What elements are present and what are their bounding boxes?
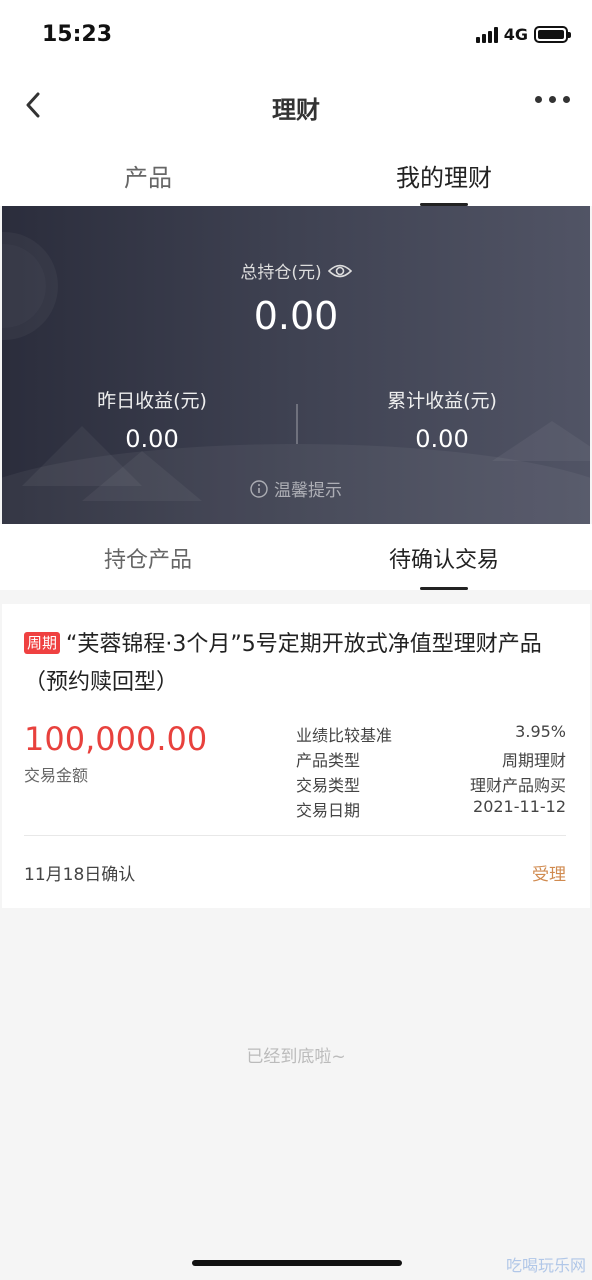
- transaction-amount-label: 交易金额: [24, 766, 89, 785]
- detail-row: 交易类型 理财产品购买: [296, 772, 566, 797]
- yesterday-earnings-label: 昨日收益(元): [97, 390, 207, 412]
- watermark: 吃喝玩乐网: [505, 1256, 586, 1275]
- product-title: 周期 “芙蓉锦程·3个月”5号定期开放式净值型理财产品（预约赎回型）: [24, 626, 568, 702]
- signal-icon: [475, 26, 498, 43]
- yesterday-earnings: 昨日收益(元) 0.00: [4, 386, 300, 453]
- confirm-date: 11月18日确认: [24, 865, 136, 885]
- status-badge: 受理: [532, 865, 566, 885]
- status-bar: 15:23 4G: [0, 0, 592, 70]
- network-type: 4G: [503, 25, 528, 44]
- product-tag: 周期: [24, 632, 61, 654]
- page-title: 理财: [272, 96, 320, 124]
- transaction-amount: 100,000.00: [24, 720, 208, 758]
- detail-row: 业绩比较基准 3.95%: [296, 722, 566, 747]
- battery-icon: [534, 26, 571, 43]
- transaction-footer: 11月18日确认 受理: [24, 860, 566, 885]
- detail-key: 业绩比较基准: [296, 726, 393, 745]
- eye-icon[interactable]: [327, 263, 352, 279]
- detail-key: 交易日期: [296, 801, 361, 820]
- cumulative-earnings: 累计收益(元) 0.00: [294, 386, 590, 453]
- transaction-details: 业绩比较基准 3.95% 产品类型 周期理财 交易类型 理财产品购买 交易日期 …: [296, 722, 566, 822]
- tip-link[interactable]: 温馨提示: [2, 476, 590, 501]
- detail-value: 周期理财: [501, 751, 566, 770]
- tab-pending-transactions[interactable]: 待确认交易: [296, 524, 592, 590]
- info-icon: [250, 479, 268, 498]
- sub-tabs: 持仓产品 待确认交易: [0, 524, 592, 590]
- detail-row: 产品类型 周期理财: [296, 747, 566, 772]
- detail-value: 3.95%: [515, 722, 566, 741]
- tab-products[interactable]: 产品: [0, 140, 296, 206]
- total-holdings-label: 总持仓(元): [2, 258, 590, 283]
- nav-bar: 理财: [0, 70, 592, 140]
- status-time: 15:23: [42, 22, 113, 47]
- detail-key: 交易类型: [296, 776, 361, 795]
- tip-label: 温馨提示: [274, 481, 342, 501]
- home-indicator[interactable]: [192, 1260, 402, 1266]
- transaction-card[interactable]: 周期 “芙蓉锦程·3个月”5号定期开放式净值型理财产品（预约赎回型） 100,00…: [2, 604, 590, 908]
- status-icons: 4G: [475, 25, 571, 44]
- tab-holdings[interactable]: 持仓产品: [0, 524, 296, 590]
- detail-key: 产品类型: [296, 751, 361, 770]
- holdings-summary: 总持仓(元) 0.00 昨日收益(元) 0.00 累计收益(元) 0.00 温馨…: [2, 206, 590, 524]
- product-name: “芙蓉锦程·3个月”5号定期开放式净值型理财产品（预约赎回型）: [24, 632, 542, 695]
- end-of-list-text: 已经到底啦~: [246, 1047, 346, 1067]
- detail-value: 2021-11-12: [473, 797, 566, 816]
- yesterday-earnings-value: 0.00: [125, 425, 179, 453]
- top-tabs: 产品 我的理财: [0, 140, 592, 206]
- tab-my-wealth[interactable]: 我的理财: [296, 140, 592, 206]
- detail-row: 交易日期 2021-11-12: [296, 797, 566, 822]
- divider: [24, 835, 566, 836]
- cumulative-earnings-value: 0.00: [415, 425, 469, 453]
- cumulative-earnings-label: 累计收益(元): [387, 390, 497, 412]
- total-holdings-value: 0.00: [253, 294, 339, 338]
- more-dots-icon[interactable]: [535, 96, 570, 103]
- detail-value: 理财产品购买: [469, 776, 566, 795]
